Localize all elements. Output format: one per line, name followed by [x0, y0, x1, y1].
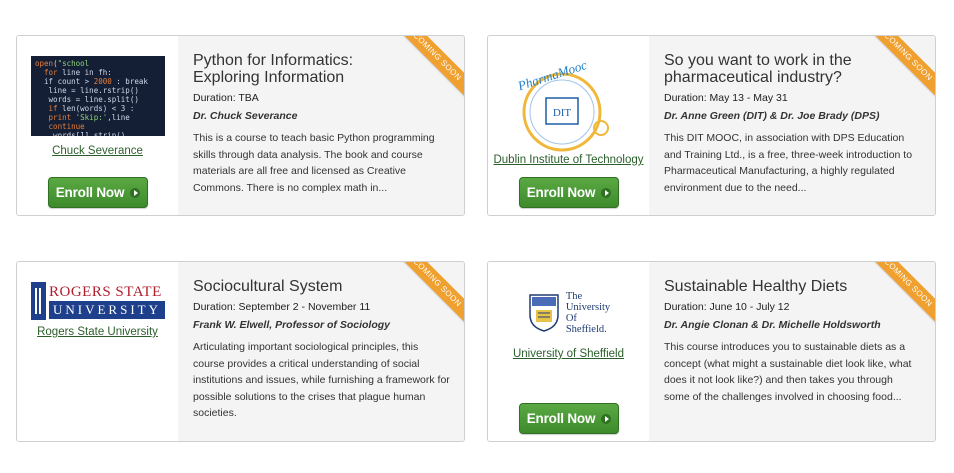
course-title[interactable]: So you want to work in the pharmaceutica…: [664, 52, 921, 86]
enroll-button-label: Enroll Now: [526, 411, 596, 426]
logo-line: Of: [565, 313, 577, 324]
course-instructor: Dr. Angie Clonan & Dr. Michelle Holdswor…: [664, 319, 881, 331]
card-details: Python for Informatics: Exploring Inform…: [178, 36, 464, 215]
institution-link[interactable]: Rogers State University: [17, 325, 178, 339]
course-duration: Duration: May 13 - May 31: [664, 92, 788, 104]
enroll-button[interactable]: Enroll Now: [519, 403, 619, 434]
course-duration: Duration: TBA: [193, 92, 259, 104]
pharmamooc-logo-graphic: DIT PharmaMooc: [515, 57, 609, 152]
enroll-button[interactable]: Enroll Now: [519, 177, 619, 208]
course-description: Articulating important sociological prin…: [193, 341, 450, 419]
enroll-button-label: Enroll Now: [55, 185, 125, 200]
course-duration: Duration: June 10 - July 12: [664, 301, 790, 313]
course-description: This is a course to teach basic Python p…: [193, 132, 435, 194]
course-card: ROGERS STATE UNIVERSITY Rogers State Uni…: [16, 261, 465, 442]
pharmamooc-wordmark: PharmaMooc: [515, 57, 589, 94]
institution-link[interactable]: Chuck Severance: [17, 144, 178, 158]
card-left-panel: The University Of Sheffield. University …: [488, 262, 649, 441]
course-card: DIT PharmaMooc Dublin Institute of Techn…: [487, 35, 936, 216]
building-icon: [31, 282, 46, 320]
course-description: This course introduces you to sustainabl…: [664, 341, 912, 403]
card-left-panel: ROGERS STATE UNIVERSITY Rogers State Uni…: [17, 262, 178, 441]
course-card: open("school for line in fh: if count > …: [16, 35, 465, 216]
enroll-button[interactable]: Enroll Now: [48, 177, 148, 208]
card-details: Sustainable Healthy Diets Duration: June…: [649, 262, 935, 441]
course-thumbnail[interactable]: open("school for line in fh: if count > …: [31, 56, 165, 136]
play-arrow-icon: [601, 413, 612, 424]
institution-link[interactable]: Dublin Institute of Technology: [488, 153, 649, 167]
logo-line: University: [565, 302, 611, 313]
course-duration: Duration: September 2 - November 11: [193, 301, 371, 313]
course-title[interactable]: Sustainable Healthy Diets: [664, 278, 921, 295]
pharmamooc-logo[interactable]: DIT PharmaMooc: [502, 50, 636, 160]
sheffield-logo[interactable]: The University Of Sheffield.: [502, 290, 636, 336]
sheffield-wordmark: The University Of Sheffield.: [566, 291, 610, 335]
logo-line: Sheffield.: [565, 324, 607, 335]
institution-link[interactable]: University of Sheffield: [488, 347, 649, 361]
logo-line: The: [565, 291, 583, 302]
course-description: This DIT MOOC, in association with DPS E…: [664, 132, 913, 194]
enroll-button-label: Enroll Now: [526, 185, 596, 200]
course-title[interactable]: Sociocultural System: [193, 278, 450, 295]
course-title[interactable]: Python for Informatics: Exploring Inform…: [193, 52, 450, 86]
play-arrow-icon: [130, 187, 141, 198]
logo-wordmark-top: ROGERS STATE: [49, 283, 162, 300]
course-instructor: Dr. Anne Green (DIT) & Dr. Joe Brady (DP…: [664, 110, 880, 122]
course-instructor: Frank W. Elwell, Professor of Sociology: [193, 319, 391, 331]
card-details: Sociocultural System Duration: September…: [178, 262, 464, 441]
card-left-panel: DIT PharmaMooc Dublin Institute of Techn…: [488, 36, 649, 215]
course-card: The University Of Sheffield. University …: [487, 261, 936, 442]
svg-text:DIT: DIT: [553, 107, 572, 119]
logo-wordmark-bottom: UNIVERSITY: [49, 300, 165, 319]
card-details: So you want to work in the pharmaceutica…: [649, 36, 935, 215]
rogers-state-logo[interactable]: ROGERS STATE UNIVERSITY: [31, 282, 165, 320]
card-left-panel: open("school for line in fh: if count > …: [17, 36, 178, 215]
crest-icon: [529, 294, 559, 332]
play-arrow-icon: [601, 187, 612, 198]
course-instructor: Dr. Chuck Severance: [193, 110, 298, 122]
